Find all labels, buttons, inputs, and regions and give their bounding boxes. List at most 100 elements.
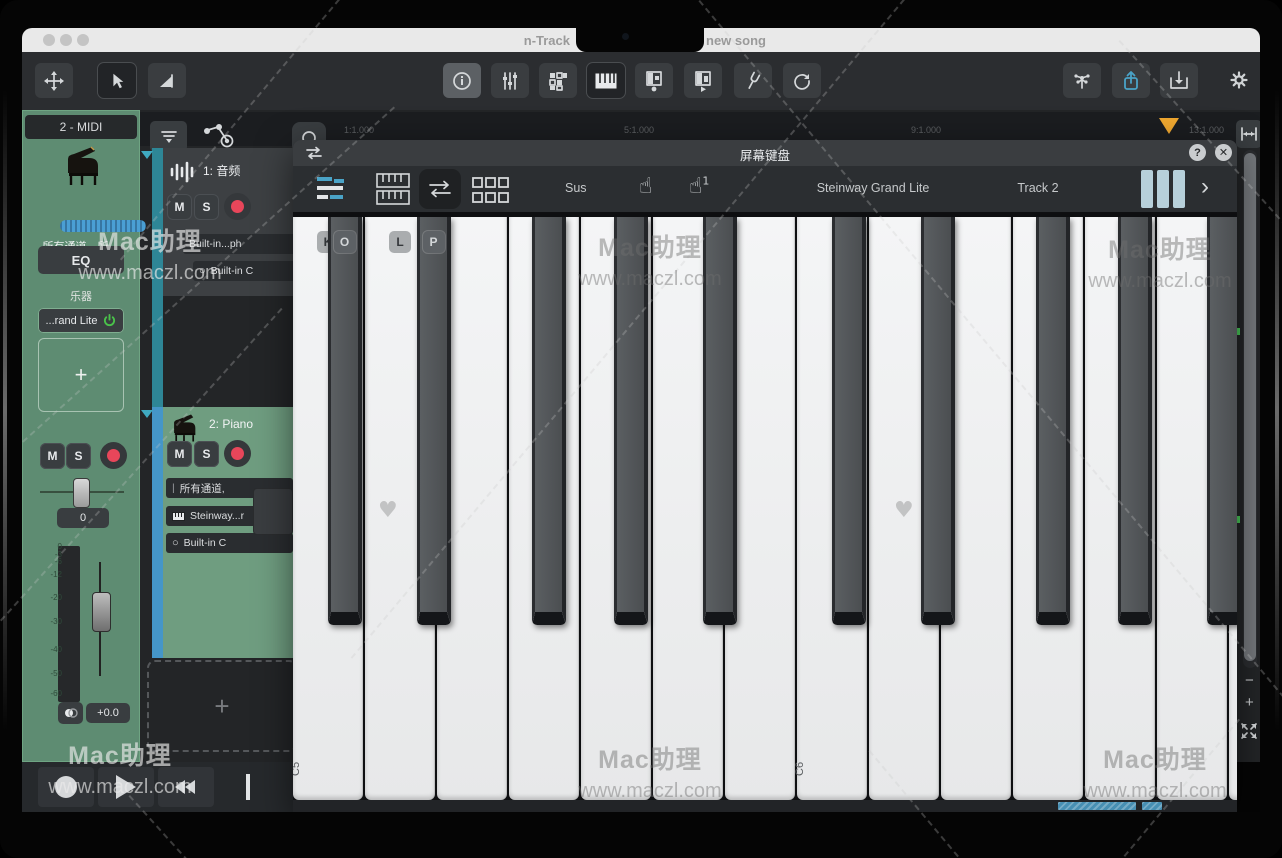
- help-button[interactable]: ?: [1189, 144, 1206, 161]
- laptop-frame: n-Track new song: [0, 0, 1282, 858]
- mixer-panel-button[interactable]: [315, 174, 353, 209]
- key-shortcut-badge: L: [389, 231, 411, 253]
- black-key[interactable]: [1036, 217, 1070, 625]
- track1-output-row[interactable]: ○Built-in C: [193, 261, 299, 281]
- track-play-mode-button[interactable]: [684, 63, 722, 98]
- keyboard-track-label[interactable]: Track 2: [993, 181, 1083, 195]
- playhead-marker[interactable]: [1159, 118, 1179, 134]
- fit-width-button[interactable]: [1236, 120, 1262, 148]
- record-button[interactable]: [38, 767, 94, 807]
- track1-solo-button[interactable]: S: [194, 194, 219, 220]
- track1-input-row[interactable]: Built-in...ph: [183, 234, 299, 254]
- sidebar-mute-button[interactable]: M: [40, 443, 65, 469]
- track2-record-arm-button[interactable]: [224, 440, 251, 467]
- black-key[interactable]: [1118, 217, 1152, 625]
- sustain-toggle[interactable]: Sus: [565, 181, 587, 195]
- share-button[interactable]: [1112, 63, 1150, 98]
- minimize-window-button[interactable]: [60, 34, 72, 46]
- zoom-in-button[interactable]: +: [1245, 694, 1254, 711]
- mixer-button[interactable]: [491, 63, 529, 98]
- expand-view-button[interactable]: [1240, 722, 1258, 745]
- play-button[interactable]: [98, 767, 154, 807]
- track-inspector-sidebar: 2 - MIDI 所有通道，所… EQ 乐器 ...rand Lite + M …: [22, 110, 140, 762]
- settings-gear-button[interactable]: [1229, 70, 1249, 95]
- track1-input-label: Built-in...ph: [189, 238, 242, 250]
- tuning-fork-button[interactable]: [734, 63, 772, 98]
- grid-view-button[interactable]: [539, 63, 577, 98]
- zoom-window-button[interactable]: [77, 34, 89, 46]
- instrument-button[interactable]: ...rand Lite: [38, 308, 124, 333]
- black-key[interactable]: [614, 217, 648, 625]
- black-key[interactable]: P: [417, 217, 451, 625]
- track2-solo-button[interactable]: S: [194, 441, 219, 467]
- pan-slider-knob[interactable]: [73, 478, 90, 508]
- share-icon: [1121, 70, 1141, 92]
- ruler-tick-label: 1:1.000: [344, 125, 374, 135]
- vertical-scrollbar-thumb[interactable]: [1244, 153, 1256, 661]
- black-key[interactable]: [921, 217, 955, 625]
- track1-collapse-arrow[interactable]: [141, 151, 153, 159]
- info-button[interactable]: [443, 63, 481, 98]
- add-effect-box[interactable]: +: [38, 338, 124, 412]
- track1-record-arm-button[interactable]: [224, 193, 251, 220]
- piano-keys[interactable]: C5KLC6OP: [293, 212, 1237, 800]
- key-shortcut-badge: O: [334, 231, 356, 253]
- add-track-dropzone[interactable]: +: [147, 660, 297, 752]
- keyboard-range-scrollbar[interactable]: [293, 800, 1237, 812]
- eq-button[interactable]: EQ: [38, 246, 124, 274]
- track2-mute-button[interactable]: M: [167, 441, 192, 467]
- plugins-button[interactable]: [1063, 63, 1101, 98]
- camera-notch: [576, 28, 704, 52]
- sidebar-track-header[interactable]: 2 - MIDI: [25, 115, 137, 139]
- range-indicator-small[interactable]: [1142, 802, 1162, 810]
- close-window-button[interactable]: [43, 34, 55, 46]
- stereo-pan-icon: [64, 707, 78, 719]
- tuning-fork-icon: [743, 71, 763, 91]
- keyboard-instrument-label[interactable]: Steinway Grand Lite: [793, 181, 953, 195]
- track2-output-row[interactable]: ○Built-in C: [166, 533, 293, 553]
- scroll-marker-tick: [1237, 516, 1240, 523]
- gain-value-box[interactable]: +0.0: [86, 703, 130, 723]
- window-title-right: new song: [706, 33, 766, 48]
- track2-name: 2: Piano: [209, 417, 253, 431]
- midi-activity-meter: [60, 220, 146, 232]
- rewind-button[interactable]: [158, 767, 214, 807]
- black-key[interactable]: O: [328, 217, 362, 625]
- mixer-lines-icon: [315, 174, 353, 204]
- octave-bars-button[interactable]: [1141, 170, 1185, 208]
- pan-value-box[interactable]: 0: [57, 508, 109, 528]
- close-keyboard-button[interactable]: ✕: [1215, 144, 1232, 161]
- track2-collapse-arrow[interactable]: [141, 410, 153, 418]
- fade-tool-button[interactable]: [148, 63, 186, 98]
- octave-right-chevron[interactable]: ›: [1201, 173, 1209, 201]
- dual-keyboard-button[interactable]: [375, 172, 411, 211]
- zoom-out-button[interactable]: −: [1245, 672, 1254, 689]
- add-track-plus: +: [214, 691, 229, 722]
- midi-clip[interactable]: [253, 488, 293, 535]
- cursor-tool-button[interactable]: [98, 63, 136, 98]
- sidebar-record-arm-button[interactable]: [100, 442, 127, 469]
- range-indicator[interactable]: [1058, 802, 1136, 810]
- screen-keyboard-button[interactable]: [587, 63, 625, 98]
- cursor-icon: [108, 72, 126, 90]
- hand-pointer-icon[interactable]: ☝: [639, 174, 652, 199]
- db-scale-label: -6: [46, 557, 62, 566]
- black-key[interactable]: [703, 217, 737, 625]
- track-record-mode-button[interactable]: [635, 63, 673, 98]
- track1-header[interactable]: 1: 音频 M S Built-in...ph ○Built-in C: [163, 148, 293, 296]
- track1-mute-button[interactable]: M: [167, 194, 192, 220]
- sync-loop-button[interactable]: [783, 63, 821, 98]
- sidebar-solo-button[interactable]: S: [66, 443, 91, 469]
- black-key[interactable]: [832, 217, 866, 625]
- move-tool-button[interactable]: [35, 63, 73, 98]
- chord-grid-button[interactable]: [471, 176, 511, 209]
- keyboard-window-titlebar[interactable]: 屏幕键盘 ? ✕: [293, 140, 1237, 166]
- track2-instrument-label: Steinway...r: [190, 510, 244, 522]
- hand-pointer-one-icon[interactable]: ☝1: [689, 174, 709, 199]
- black-key[interactable]: [1207, 217, 1237, 625]
- volume-fader-knob[interactable]: [92, 592, 111, 632]
- black-key[interactable]: [532, 217, 566, 625]
- import-button[interactable]: [1160, 63, 1198, 98]
- mini-keyboard-icon: [172, 512, 185, 521]
- swap-mode-button-active[interactable]: [419, 169, 461, 209]
